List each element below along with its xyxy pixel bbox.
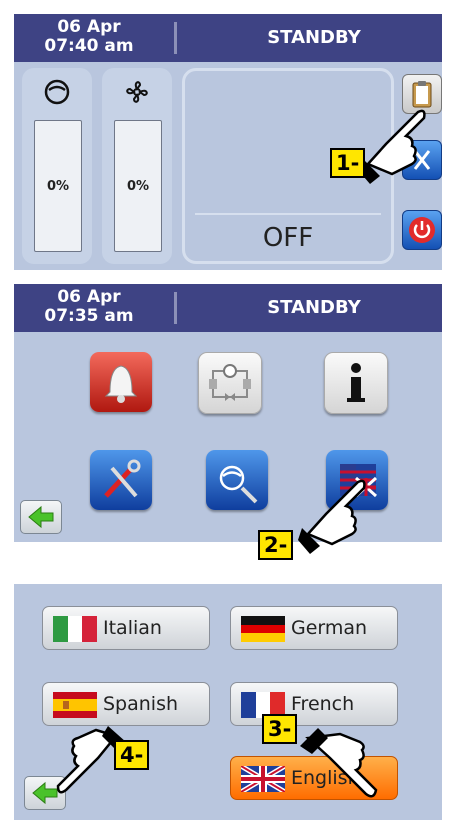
header-divider — [174, 292, 177, 324]
fan-gauge: 0% — [102, 68, 172, 264]
time-label: 07:40 am — [44, 36, 134, 56]
language-spanish-button[interactable]: Spanish — [42, 682, 210, 726]
header-bar: 06 Apr 07:40 am STANDBY — [14, 14, 442, 62]
date-label: 06 Apr — [57, 17, 121, 37]
fan-icon — [126, 81, 148, 103]
compressor-wrench-icon — [219, 465, 258, 504]
power-icon — [409, 217, 435, 243]
menu-screen-panel: 06 Apr 07:35 am STANDBY — [14, 284, 442, 542]
language-german-button[interactable]: German — [230, 606, 398, 650]
back-button[interactable] — [20, 500, 62, 534]
pointing-hand-icon — [358, 109, 426, 184]
refrigerant-circuit-icon — [209, 364, 251, 401]
language-label: Italian — [103, 617, 162, 639]
step-1-label: 1- — [330, 148, 366, 178]
language-french-button[interactable]: French — [230, 682, 398, 726]
display-divider — [195, 213, 381, 215]
compressor-gauge: 0% — [22, 68, 92, 264]
compressor-bar: 0% — [34, 120, 82, 252]
tools-icon — [104, 459, 141, 498]
language-label: Spanish — [103, 693, 179, 715]
unit-state-label: OFF — [262, 223, 314, 253]
fan-percent: 0% — [126, 179, 150, 194]
status-label: STANDBY — [267, 27, 361, 48]
tools-button[interactable] — [90, 450, 152, 510]
status-label: STANDBY — [267, 297, 361, 318]
header-bar: 06 Apr 07:35 am STANDBY — [14, 284, 442, 332]
uk-flag-icon — [241, 766, 285, 792]
back-arrow-icon — [28, 505, 54, 529]
pointing-hand-icon — [300, 728, 378, 798]
fan-bar: 0% — [114, 120, 162, 252]
pointing-hand-icon — [298, 479, 366, 554]
compressor-percent: 0% — [46, 179, 70, 194]
compressor-icon — [44, 79, 70, 105]
info-icon — [347, 363, 365, 402]
germany-flag-icon — [241, 616, 285, 642]
step-2-label: 2- — [258, 530, 294, 560]
header-divider — [174, 22, 177, 54]
circuit-button[interactable] — [198, 352, 262, 414]
info-button[interactable] — [324, 352, 388, 414]
italy-flag-icon — [53, 616, 97, 642]
datetime: 06 Apr 07:40 am — [14, 18, 164, 56]
step-4-label: 4- — [114, 740, 150, 770]
date-label: 06 Apr — [57, 287, 121, 307]
time-label: 07:35 am — [44, 306, 134, 326]
alarm-bell-icon — [104, 365, 138, 403]
compressor-service-button[interactable] — [206, 450, 268, 510]
language-label: German — [291, 617, 368, 639]
language-italian-button[interactable]: Italian — [42, 606, 210, 650]
spain-flag-icon — [53, 692, 97, 718]
alarm-button[interactable] — [90, 352, 152, 412]
datetime: 06 Apr 07:35 am — [14, 288, 164, 326]
language-label: French — [291, 693, 355, 715]
power-button[interactable] — [402, 210, 442, 250]
step-3-label: 3- — [262, 714, 298, 744]
